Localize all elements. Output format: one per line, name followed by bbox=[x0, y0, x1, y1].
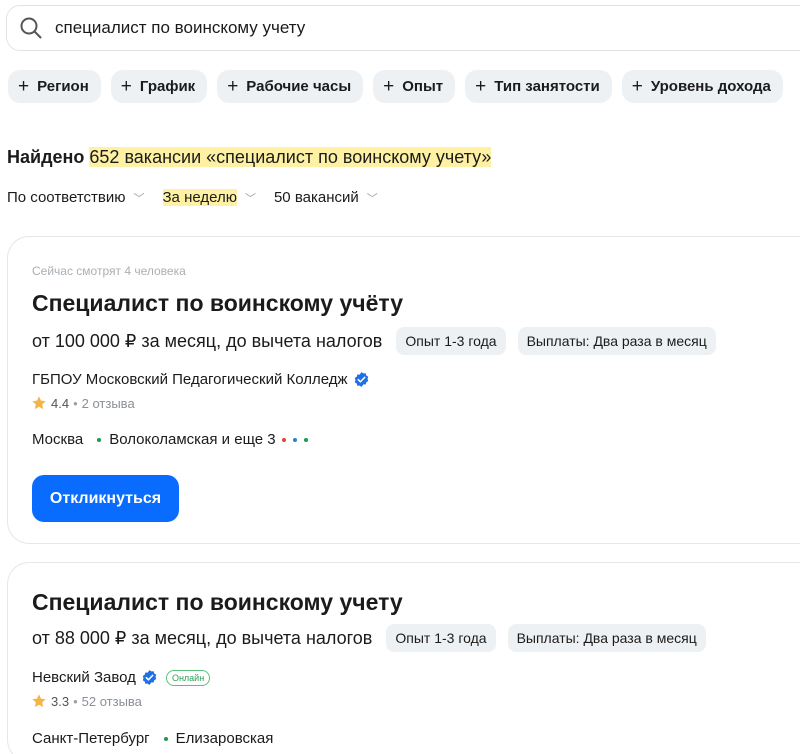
vacancy-title[interactable]: Специалист по воинскому учету bbox=[32, 589, 403, 616]
metro-station: Волоколамская и еще 3 bbox=[109, 431, 276, 448]
salary-row: от 100 000 ₽ за месяц, до вычета налогов… bbox=[32, 327, 716, 355]
chevron-down-icon: ﹀ bbox=[133, 192, 145, 205]
per-page-dropdown[interactable]: 50 вакансий ﹀ bbox=[274, 189, 378, 206]
star-icon bbox=[32, 694, 46, 708]
rating-row: 3.3 • 52 отзыва bbox=[31, 693, 142, 709]
metro-line-dot bbox=[292, 437, 297, 442]
sort-period-dropdown[interactable]: За неделю ﹀ bbox=[162, 189, 256, 206]
star-icon bbox=[32, 396, 46, 410]
plus-icon: + bbox=[475, 76, 487, 97]
filter-bar: + Регион + График + Рабочие часы + Опыт + Тип… bbox=[8, 70, 783, 103]
company-row: ГБПОУ Московский Педагогический Колледж bbox=[32, 371, 370, 388]
plus-icon: + bbox=[383, 76, 395, 97]
plus-icon: + bbox=[227, 76, 239, 97]
metro-line-dot bbox=[163, 736, 168, 741]
metro-station: Елизаровская bbox=[175, 730, 274, 747]
company-name[interactable]: Невский Завод bbox=[32, 669, 136, 686]
chevron-down-icon: ﹀ bbox=[244, 192, 256, 205]
results-heading: Найдено 652 вакансии «специалист по воин… bbox=[7, 147, 492, 168]
city: Москва bbox=[32, 431, 84, 448]
salary-row: от 88 000 ₽ за месяц, до вычета налогов … bbox=[32, 624, 706, 652]
sort-order-dropdown[interactable]: По соответствию ﹀ bbox=[7, 189, 145, 206]
search-icon bbox=[20, 17, 42, 39]
chevron-down-icon: ﹀ bbox=[366, 192, 378, 205]
plus-icon: + bbox=[631, 76, 643, 97]
filter-region[interactable]: + Регион bbox=[8, 70, 101, 103]
rating-value: 4.4 bbox=[51, 395, 70, 411]
experience-tag: Опыт 1-3 года bbox=[396, 327, 506, 355]
location-row: Москва Волоколамская и еще 3 bbox=[32, 431, 308, 448]
location-row: Санкт-Петербург Елизаровская bbox=[32, 730, 273, 747]
search-bar[interactable]: специалист по воинскому учету bbox=[6, 5, 800, 51]
metro-line-dot bbox=[97, 437, 102, 442]
apply-button[interactable]: Откликнуться bbox=[32, 475, 179, 522]
experience-tag: Опыт 1-3 года bbox=[386, 624, 496, 652]
verified-icon bbox=[354, 372, 368, 387]
online-badge: Онлайн bbox=[165, 669, 211, 686]
vacancy-title[interactable]: Специалист по воинскому учёту bbox=[32, 290, 403, 317]
vacancy-card[interactable]: Сейчас смотрят 4 человека Специалист по … bbox=[7, 236, 800, 544]
reviews-link[interactable]: 2 отзыва bbox=[82, 396, 135, 411]
filter-employment-type[interactable]: + Тип занятости bbox=[465, 70, 612, 103]
reviews-link[interactable]: 52 отзыва bbox=[82, 694, 142, 709]
separator-dot: • bbox=[73, 395, 78, 411]
vacancy-card[interactable]: Специалист по воинскому учету от 88 000 … bbox=[7, 562, 800, 754]
metro-line-dot bbox=[303, 437, 308, 442]
filter-schedule[interactable]: + График bbox=[110, 70, 208, 103]
salary: от 88 000 ₽ за месяц, до вычета налогов bbox=[32, 627, 373, 648]
company-row: Невский Завод Онлайн bbox=[32, 669, 211, 686]
rating-value: 3.3 bbox=[51, 693, 70, 709]
results-prefix: Найдено bbox=[7, 147, 85, 167]
payouts-tag: Выплаты: Два раза в месяц bbox=[507, 624, 706, 652]
sort-bar: По соответствию ﹀ За неделю ﹀ 50 вакансий ﹀ bbox=[7, 189, 378, 206]
watching-count: Сейчас смотрят 4 человека bbox=[32, 264, 186, 278]
filter-working-hours[interactable]: + Рабочие часы bbox=[217, 70, 364, 103]
company-name[interactable]: ГБПОУ Московский Педагогический Колледж bbox=[32, 371, 348, 388]
filter-experience[interactable]: + Опыт bbox=[373, 70, 456, 103]
metro-line-dot bbox=[281, 437, 286, 442]
plus-icon: + bbox=[18, 76, 30, 97]
payouts-tag: Выплаты: Два раза в месяц bbox=[517, 327, 716, 355]
search-input[interactable]: специалист по воинскому учету bbox=[55, 18, 305, 38]
verified-icon bbox=[142, 670, 157, 685]
city: Санкт-Петербург bbox=[32, 730, 150, 747]
rating-row: 4.4 • 2 отзыва bbox=[31, 395, 135, 411]
results-count: 652 вакансии «специалист по воинскому уч… bbox=[89, 147, 492, 167]
separator-dot: • bbox=[73, 693, 78, 709]
filter-income-level[interactable]: + Уровень дохода bbox=[621, 70, 783, 103]
metro-lines bbox=[281, 437, 308, 442]
salary: от 100 000 ₽ за месяц, до вычета налогов bbox=[32, 330, 383, 351]
plus-icon: + bbox=[120, 76, 132, 97]
